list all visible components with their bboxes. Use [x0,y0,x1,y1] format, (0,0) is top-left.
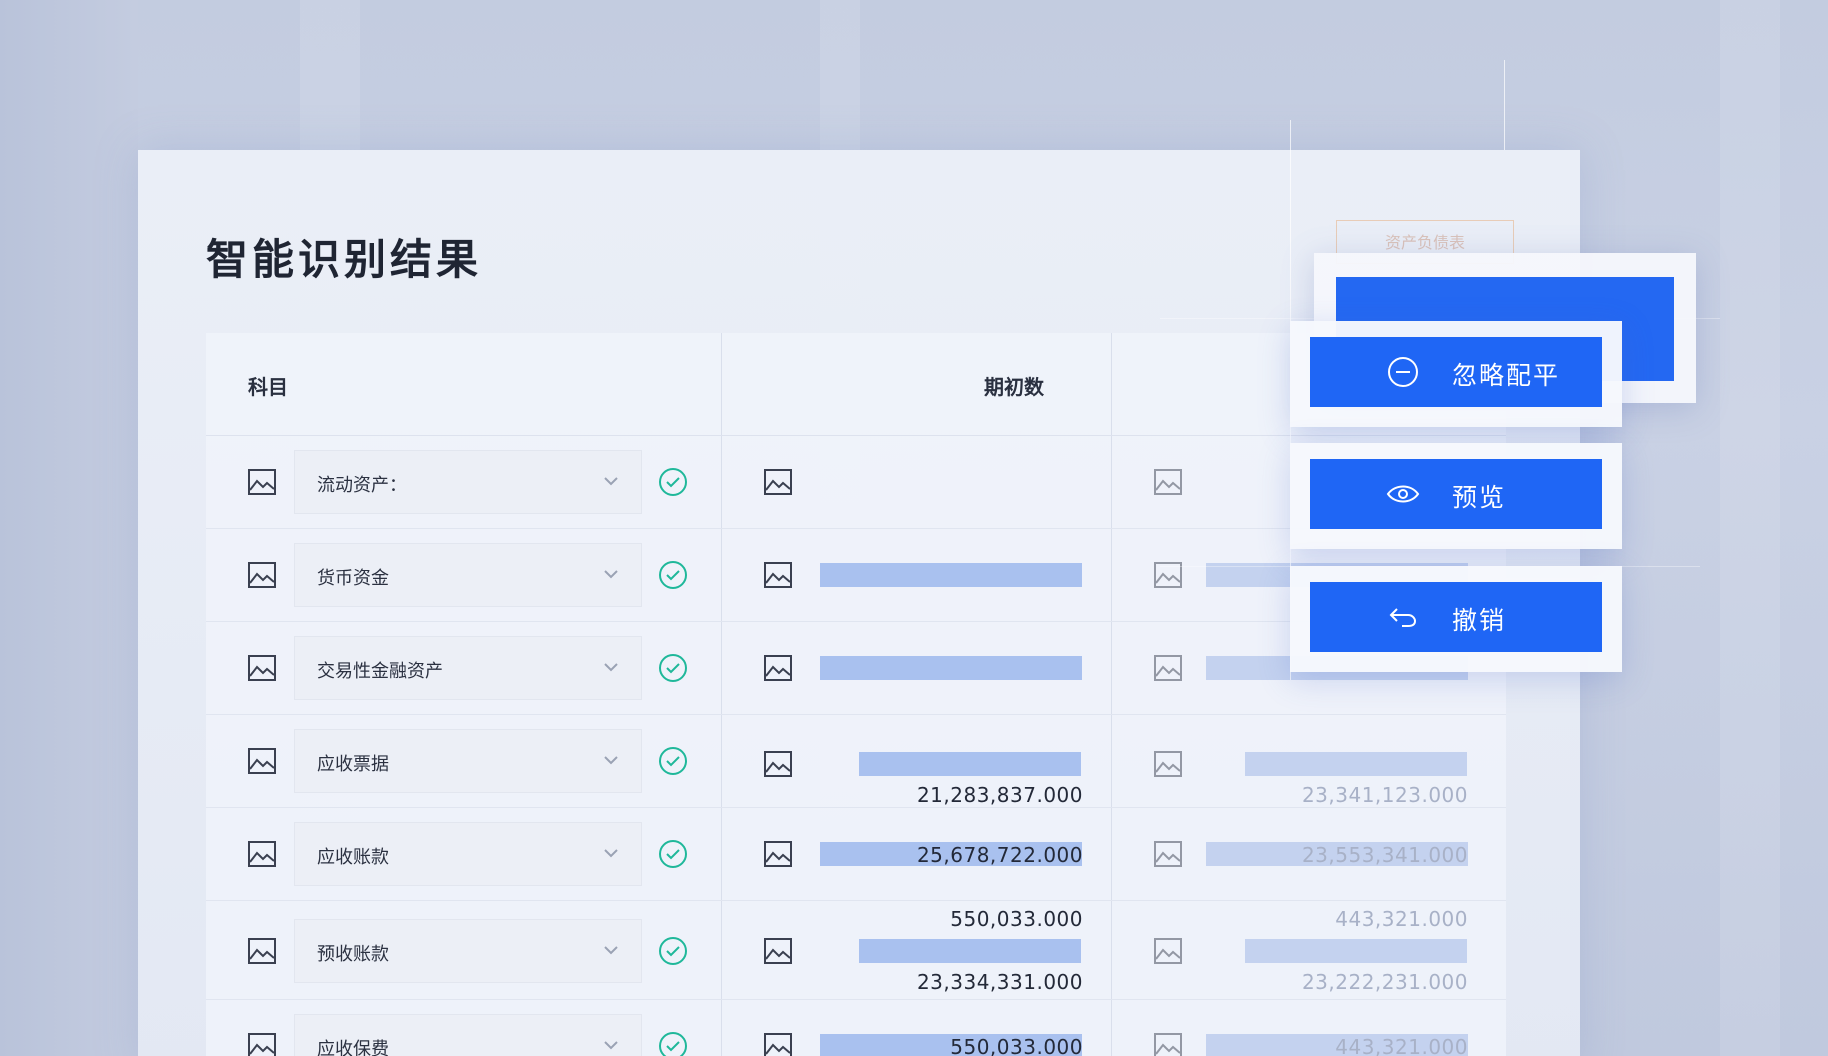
check-circle-icon [658,560,688,590]
recognized-value-highlight[interactable] [1245,752,1467,776]
table-row: 应收账款 25,678,722.000 23,553,341.000 [206,808,1506,901]
image-icon[interactable] [764,655,792,681]
image-icon[interactable] [764,938,792,964]
background-left [0,0,138,1056]
menu-item-ignore-balance: 忽略配平 [1290,321,1622,427]
subject-select-value: 交易性金融资产 [317,661,443,682]
recognized-value-highlight[interactable] [820,656,1082,680]
check-circle-icon [658,746,688,776]
recognized-value-highlight[interactable] [859,752,1081,776]
image-icon[interactable] [248,1033,276,1056]
image-icon[interactable] [248,655,276,681]
check-circle-icon [658,653,688,683]
subject-select[interactable]: 流动资产： [294,450,642,514]
image-icon[interactable] [764,1033,792,1056]
subject-select-value: 预收账款 [317,944,389,965]
image-icon[interactable] [1154,655,1182,681]
closing-value[interactable]: 23,553,341.000 [1208,843,1468,867]
image-icon[interactable] [764,469,792,495]
image-icon[interactable] [1154,751,1182,777]
check-circle-icon [658,936,688,966]
closing-value[interactable]: 23,222,231.000 [1208,970,1468,994]
subject-select[interactable]: 货币资金 [294,543,642,607]
image-icon[interactable] [1154,841,1182,867]
background-stripe [1720,0,1780,1056]
ignore-balance-label: 忽略配平 [1452,361,1561,390]
subject-select[interactable]: 应收保费 [294,1014,642,1056]
image-icon[interactable] [248,841,276,867]
subject-select-value: 应收保费 [317,1039,389,1056]
result-table: 科目 期初数 流动资产： 货币资金 交易性金融资产 应收票据 21,283,83… [206,333,1506,1056]
image-icon[interactable] [1154,1033,1182,1056]
recognized-value-highlight[interactable] [859,939,1081,963]
image-icon[interactable] [248,748,276,774]
menu-item-preview: 预览 [1290,443,1622,549]
chevron-down-icon [603,473,619,489]
opening-value[interactable]: 550,033.000 [823,1035,1083,1056]
chevron-down-icon [603,942,619,958]
image-icon[interactable] [1154,938,1182,964]
chevron-down-icon [603,845,619,861]
check-circle-icon [658,839,688,869]
table-row: 应收保费 550,033.000 443,321.000 [206,1000,1506,1056]
preview-button[interactable]: 预览 [1310,459,1602,529]
chevron-down-icon [603,752,619,768]
chevron-down-icon [603,566,619,582]
subject-select[interactable]: 应收账款 [294,822,642,886]
opening-value[interactable]: 550,033.000 [823,907,1083,931]
closing-value[interactable]: 23,341,123.000 [1208,783,1468,807]
undo-label: 撤销 [1452,606,1507,635]
header-subject: 科目 [248,375,288,399]
recognized-value-highlight[interactable] [1245,939,1467,963]
closing-value[interactable]: 443,321.000 [1208,907,1468,931]
menu-item-undo: 撤销 [1290,566,1622,672]
subject-select-value: 流动资产： [317,475,407,496]
check-circle-icon [658,467,688,497]
subject-select[interactable]: 预收账款 [294,919,642,983]
guide-line [1504,60,1505,150]
chevron-down-icon [603,1037,619,1053]
subject-select[interactable]: 应收票据 [294,729,642,793]
image-icon[interactable] [248,938,276,964]
chevron-down-icon [603,659,619,675]
header-opening: 期初数 [984,375,1044,399]
minus-circle-icon [1386,356,1420,388]
ignore-balance-button[interactable]: 忽略配平 [1310,337,1602,407]
eye-icon [1386,478,1420,510]
undo-button[interactable]: 撤销 [1310,582,1602,652]
image-icon[interactable] [248,562,276,588]
closing-value[interactable]: 443,321.000 [1208,1035,1468,1056]
recognized-value-highlight[interactable] [820,563,1082,587]
image-icon[interactable] [764,562,792,588]
undo-arrow-icon [1386,601,1420,633]
opening-value[interactable]: 25,678,722.000 [823,843,1083,867]
page-title: 智能识别结果 [206,235,483,284]
subject-select[interactable]: 交易性金融资产 [294,636,642,700]
opening-value[interactable]: 23,334,331.000 [823,970,1083,994]
image-icon[interactable] [764,751,792,777]
subject-select-value: 货币资金 [317,568,389,589]
subject-select-value: 应收账款 [317,847,389,868]
table-row: 应收票据 21,283,837.000 23,341,123.000 [206,715,1506,808]
image-icon[interactable] [248,469,276,495]
subject-select-value: 应收票据 [317,754,389,775]
opening-value[interactable]: 21,283,837.000 [823,783,1083,807]
image-icon[interactable] [1154,469,1182,495]
preview-label: 预览 [1452,483,1507,512]
check-circle-icon [658,1031,688,1056]
image-icon[interactable] [764,841,792,867]
table-row: 预收账款 550,033.000 23,334,331.000 443,321.… [206,901,1506,1000]
